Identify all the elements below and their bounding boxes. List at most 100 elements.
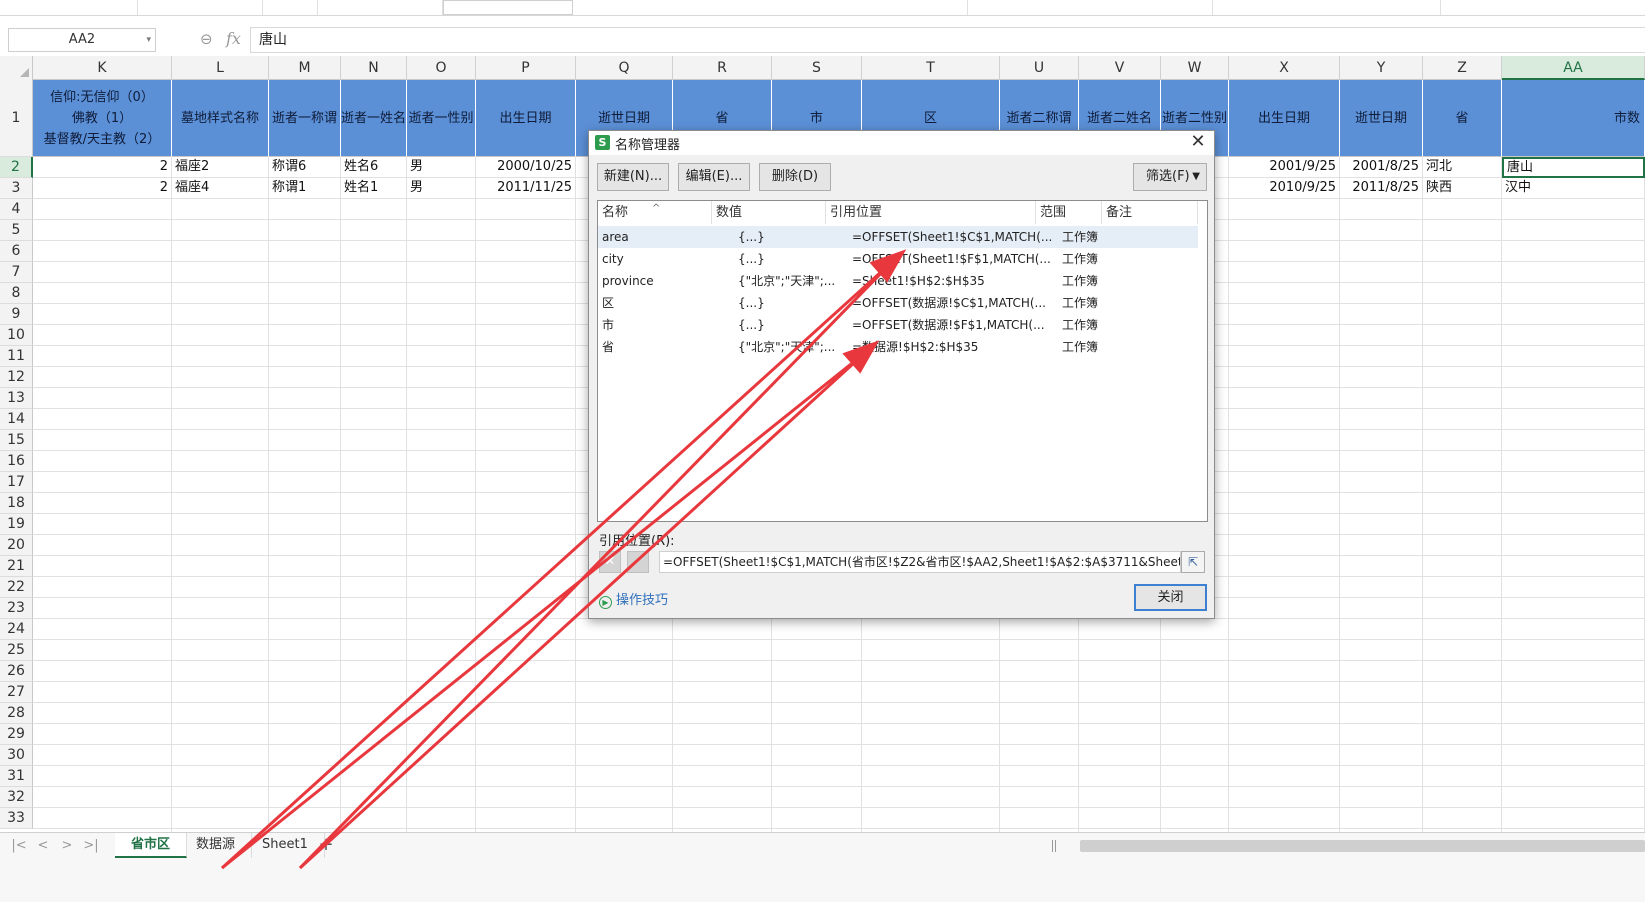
header-cell[interactable]: 信仰:无信仰（0） 佛教（1） 基督教/天主教（2） [33, 80, 172, 157]
list-header-scope[interactable]: 范围 [1036, 201, 1102, 224]
column-header-m[interactable]: M [269, 56, 341, 80]
row-header-14[interactable]: 14 [0, 409, 33, 430]
row-header-25[interactable]: 25 [0, 640, 33, 661]
formula-input[interactable]: 唐山 [250, 27, 1645, 53]
header-cell[interactable]: 省 [1423, 80, 1502, 157]
row-header-31[interactable]: 31 [0, 766, 33, 787]
row-header-21[interactable]: 21 [0, 556, 33, 577]
row-header-7[interactable]: 7 [0, 262, 33, 283]
add-sheet-button[interactable]: + [316, 835, 336, 855]
row-header-22[interactable]: 22 [0, 577, 33, 598]
column-header-r[interactable]: R [673, 56, 772, 80]
cell-y2[interactable]: 2001/8/25 [1340, 157, 1423, 178]
row-header-4[interactable]: 4 [0, 199, 33, 220]
cell-n3[interactable]: 姓名1 [341, 178, 407, 199]
row-header-13[interactable]: 13 [0, 388, 33, 409]
row-header-2[interactable]: 2 [0, 157, 33, 178]
next-sheet-icon[interactable]: > [58, 837, 76, 855]
cell-z3[interactable]: 陕西 [1423, 178, 1502, 199]
column-header-n[interactable]: N [341, 56, 407, 80]
horizontal-scrollbar[interactable] [1052, 840, 1645, 852]
cell-o3[interactable]: 男 [407, 178, 476, 199]
close-button[interactable]: 关闭 [1134, 584, 1207, 611]
cell-o2[interactable]: 男 [407, 157, 476, 178]
column-header-aa[interactable]: AA [1502, 56, 1645, 80]
names-list[interactable]: ^ 名称 数值 引用位置 范围 备注 area {...} =OFFSET(Shee… [597, 200, 1208, 522]
list-header-refers-to[interactable]: 引用位置 [826, 201, 1036, 224]
row-header-32[interactable]: 32 [0, 787, 33, 808]
header-cell[interactable]: 逝者一姓名 [341, 80, 407, 157]
row-header-15[interactable]: 15 [0, 430, 33, 451]
column-header-q[interactable]: Q [576, 56, 673, 80]
row-header-8[interactable]: 8 [0, 283, 33, 304]
cancel-edit-icon[interactable]: ✕ [599, 551, 621, 573]
row-header-20[interactable]: 20 [0, 535, 33, 556]
row-header-1[interactable]: 1 [0, 80, 33, 157]
row-header-3[interactable]: 3 [0, 178, 33, 199]
refers-to-input[interactable]: =OFFSET(Sheet1!$C$1,MATCH(省市区!$Z2&省市区!$A… [659, 551, 1181, 573]
toolbar-dropdown[interactable] [443, 0, 573, 15]
confirm-edit-icon[interactable]: ✓ [627, 551, 649, 573]
row-header-6[interactable]: 6 [0, 241, 33, 262]
row-header-30[interactable]: 30 [0, 745, 33, 766]
header-cell[interactable]: 逝者一性别 [407, 80, 476, 157]
row-header-29[interactable]: 29 [0, 724, 33, 745]
names-list-row[interactable]: 省 {"北京";"天津";... =数据源!$H$2:$H$35 工作簿 [598, 336, 1198, 358]
row-header-12[interactable]: 12 [0, 367, 33, 388]
column-header-y[interactable]: Y [1340, 56, 1423, 80]
row-header-10[interactable]: 10 [0, 325, 33, 346]
row-header-24[interactable]: 24 [0, 619, 33, 640]
row-header-33[interactable]: 33 [0, 808, 33, 829]
close-icon[interactable]: ✕ [1188, 132, 1208, 152]
list-header-value[interactable]: 数值 [712, 201, 826, 224]
column-header-w[interactable]: W [1161, 56, 1229, 80]
column-header-l[interactable]: L [172, 56, 269, 80]
prev-sheet-icon[interactable]: < [34, 837, 52, 855]
header-cell[interactable]: 出生日期 [476, 80, 576, 157]
cell-n2[interactable]: 姓名6 [341, 157, 407, 178]
cell-l2[interactable]: 福座2 [172, 157, 269, 178]
column-header-t[interactable]: T [862, 56, 1000, 80]
row-header-27[interactable]: 27 [0, 682, 33, 703]
cell-z2[interactable]: 河北 [1423, 157, 1502, 178]
chevron-down-icon[interactable]: ▾ [146, 29, 151, 51]
names-list-row[interactable]: 区 {...} =OFFSET(数据源!$C$1,MATCH(... 工作簿 [598, 292, 1198, 314]
list-header-name[interactable]: ^ 名称 [598, 201, 712, 224]
column-header-s[interactable]: S [772, 56, 862, 80]
column-header-u[interactable]: U [1000, 56, 1079, 80]
sheet-tab-shengshiqu[interactable]: 省市区 [115, 833, 188, 858]
column-header-z[interactable]: Z [1423, 56, 1502, 80]
row-header-17[interactable]: 17 [0, 472, 33, 493]
list-header-comment[interactable]: 备注 [1102, 201, 1198, 224]
cell-aa2[interactable]: 唐山 [1502, 157, 1645, 178]
cell-aa3[interactable]: 汉中 [1502, 178, 1645, 199]
tips-link[interactable]: ▶ 操作技巧 [599, 589, 668, 609]
row-header-28[interactable]: 28 [0, 703, 33, 724]
names-list-row[interactable]: city {...} =OFFSET(Sheet1!$F$1,MATCH(... 工作… [598, 248, 1198, 270]
row-header-19[interactable]: 19 [0, 514, 33, 535]
row-header-18[interactable]: 18 [0, 493, 33, 514]
sheet-tab-shujuyuan[interactable]: 数据源 [180, 833, 253, 858]
row-header-11[interactable]: 11 [0, 346, 33, 367]
first-sheet-icon[interactable]: |< [10, 837, 28, 855]
cell-m3[interactable]: 称谓1 [269, 178, 341, 199]
zoom-icon[interactable]: ⊖ [200, 30, 218, 48]
cell-p2[interactable]: 2000/10/25 [476, 157, 576, 178]
row-header-16[interactable]: 16 [0, 451, 33, 472]
function-icon[interactable]: fx [226, 29, 241, 48]
header-cell[interactable]: 逝世日期 [1340, 80, 1423, 157]
names-list-row[interactable]: area {...} =OFFSET(Sheet1!$C$1,MATCH(... 工作… [598, 226, 1198, 248]
new-button[interactable]: 新建(N)... [597, 163, 669, 191]
sheet-tab-sheet1[interactable]: Sheet1 [246, 833, 325, 858]
scrollbar-thumb[interactable] [1080, 840, 1645, 852]
header-cell[interactable]: 出生日期 [1229, 80, 1340, 157]
name-box[interactable]: AA2 ▾ [8, 28, 156, 52]
cell-k2[interactable]: 2 [33, 157, 172, 178]
column-header-v[interactable]: V [1079, 56, 1161, 80]
header-cell[interactable]: 逝者一称谓 [269, 80, 341, 157]
header-cell[interactable]: 墓地样式名称 [172, 80, 269, 157]
select-all-corner[interactable] [0, 56, 33, 80]
filter-button[interactable]: 筛选(F) ▼ [1133, 163, 1207, 191]
cell-m2[interactable]: 称谓6 [269, 157, 341, 178]
cell-y3[interactable]: 2011/8/25 [1340, 178, 1423, 199]
